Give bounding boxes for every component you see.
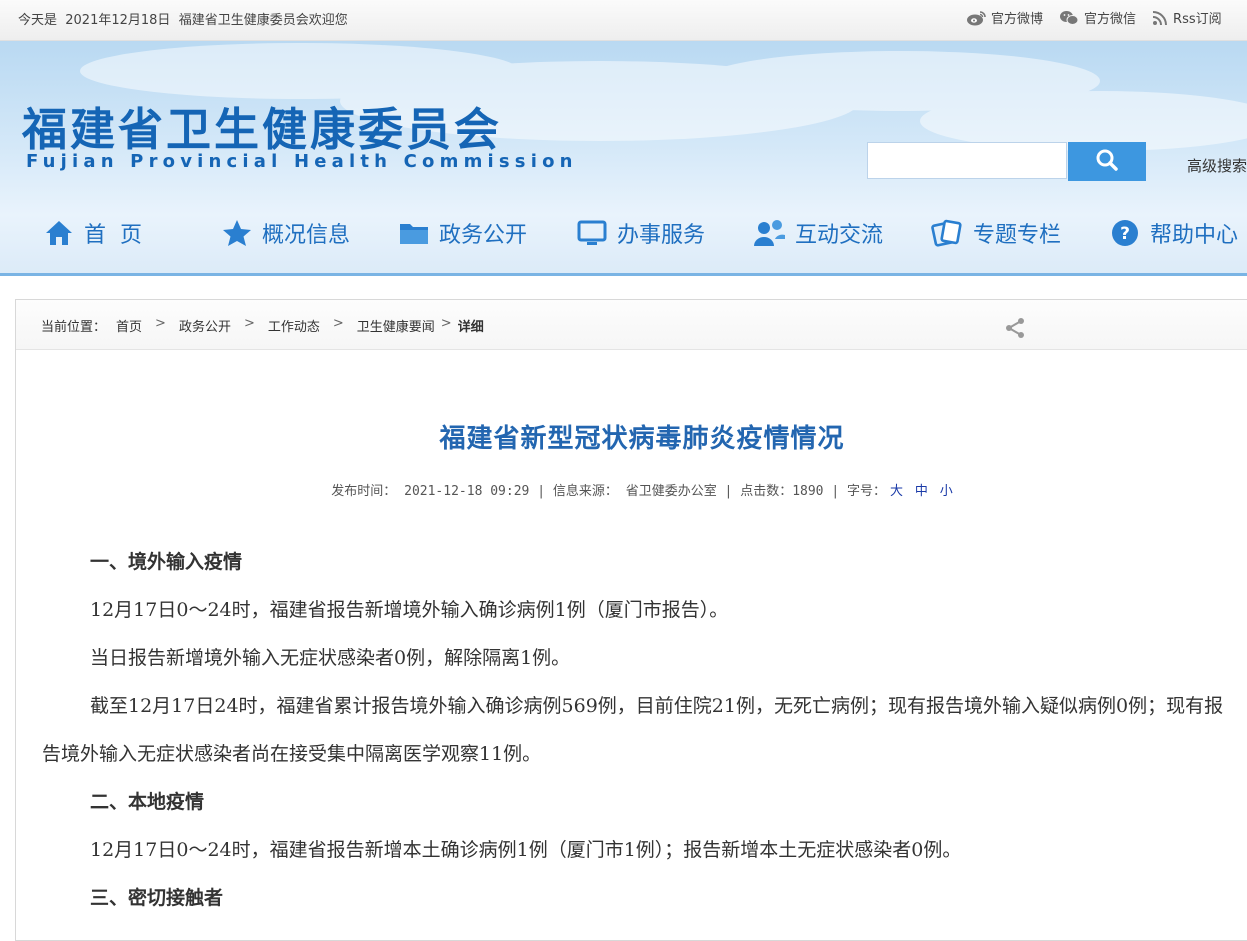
main-nav: 首 页 概况信息 政务公开 办事服务 互动交流 专题专栏 ? 帮助中心 — [0, 213, 1247, 253]
share-icon — [1004, 318, 1026, 343]
search-icon — [1095, 148, 1119, 176]
rss-icon — [1152, 10, 1168, 26]
nav-item-home[interactable]: 首 页 — [44, 213, 142, 253]
breadcrumb-item-health-news[interactable]: 卫生健康要闻 — [357, 316, 435, 335]
nav-item-topics[interactable]: 专题专栏 — [931, 213, 1061, 253]
chevron-right-icon: > — [243, 316, 255, 331]
people-icon — [753, 219, 785, 247]
font-size-medium-button[interactable]: 中 — [915, 484, 928, 499]
article-paragraph: 截至12月17日24时，福建省累计报告境外输入确诊病例569例，目前住院21例，… — [42, 695, 1224, 765]
article-paragraph: 12月17日0～24时，福建省报告新增本土确诊病例1例（厦门市1例）；报告新增本… — [90, 839, 962, 861]
rss-link[interactable]: Rss订阅 — [1152, 8, 1222, 27]
section-heading: 一、境外输入疫情 — [90, 551, 243, 573]
nav-item-government-affairs[interactable]: 政务公开 — [399, 213, 527, 253]
breadcrumb-prefix: 当前位置： — [41, 320, 107, 335]
breadcrumb: 当前位置： 首页 > 政务公开 > 工作动态 > 卫生健康要闻 > 详细 — [41, 316, 484, 335]
site-header: 福建省卫生健康委员会 Fujian Provincial Health Comm… — [0, 41, 1247, 276]
article-meta: 发布时间： 2021-12-18 09:29 | 信息来源： 省卫健委办公室 |… — [331, 484, 953, 499]
article-paragraph: 12月17日0～24时，福建省报告新增境外输入确诊病例1例（厦门市报告）。 — [90, 599, 729, 621]
wechat-icon — [1059, 10, 1079, 26]
breadcrumb-item-current: 详细 — [457, 320, 484, 335]
weibo-link[interactable]: 官方微博 — [966, 8, 1043, 27]
search-button[interactable] — [1068, 142, 1146, 181]
click-count: 1890 — [792, 484, 824, 499]
share-button[interactable] — [1004, 317, 1026, 343]
help-icon: ? — [1110, 218, 1140, 248]
article-title: 福建省新型冠状病毒肺炎疫情情况 — [439, 424, 845, 454]
wechat-link[interactable]: 官方微信 — [1059, 8, 1136, 27]
site-logo-english: Fujian Provincial Health Commission — [26, 151, 578, 172]
article-body: 一、境外输入疫情 12月17日0～24时，福建省报告新增境外输入确诊病例1例（厦… — [42, 538, 1224, 922]
chevron-right-icon: > — [155, 316, 166, 331]
topics-icon — [931, 218, 963, 248]
nav-item-services[interactable]: 办事服务 — [577, 213, 705, 253]
font-size-small-button[interactable]: 小 — [940, 484, 953, 499]
date-greeting: 今天是 2021年12月18日 福建省卫生健康委员会欢迎您 — [18, 13, 348, 28]
search-input[interactable] — [867, 142, 1067, 179]
star-icon — [222, 219, 252, 247]
advanced-search-link[interactable]: 高级搜索 — [1187, 155, 1247, 176]
chevron-right-icon: > — [332, 316, 344, 331]
svg-text:?: ? — [1120, 224, 1130, 244]
section-heading: 二、本地疫情 — [90, 791, 205, 813]
font-size-large-button[interactable]: 大 — [890, 484, 903, 499]
nav-item-interaction[interactable]: 互动交流 — [753, 213, 883, 253]
top-links: 官方微博 官方微信 Rss订阅 — [966, 8, 1222, 27]
home-icon — [44, 219, 74, 247]
section-heading: 三、密切接触者 — [90, 887, 224, 909]
breadcrumb-item-government-affairs[interactable]: 政务公开 — [179, 316, 231, 335]
article-paragraph: 当日报告新增境外输入无症状感染者0例，解除隔离1例。 — [90, 647, 571, 669]
breadcrumb-item-home[interactable]: 首页 — [116, 316, 142, 335]
breadcrumb-item-work-news[interactable]: 工作动态 — [268, 316, 320, 335]
monitor-icon — [577, 219, 607, 247]
info-source: 省卫健委办公室 — [625, 484, 717, 499]
site-logo-chinese[interactable]: 福建省卫生健康委员会 — [22, 93, 502, 158]
chevron-right-icon: > — [440, 316, 452, 331]
weibo-icon — [966, 10, 986, 26]
folder-icon — [399, 220, 429, 246]
nav-item-overview[interactable]: 概况信息 — [222, 213, 350, 253]
top-bar: 今天是 2021年12月18日 福建省卫生健康委员会欢迎您 官方微博 官方微信 … — [0, 0, 1247, 41]
publish-time: 2021-12-18 09:29 — [404, 484, 530, 499]
nav-item-help[interactable]: ? 帮助中心 — [1110, 213, 1238, 253]
breadcrumb-bar: 当前位置： 首页 > 政务公开 > 工作动态 > 卫生健康要闻 > 详细 — [16, 300, 1247, 350]
